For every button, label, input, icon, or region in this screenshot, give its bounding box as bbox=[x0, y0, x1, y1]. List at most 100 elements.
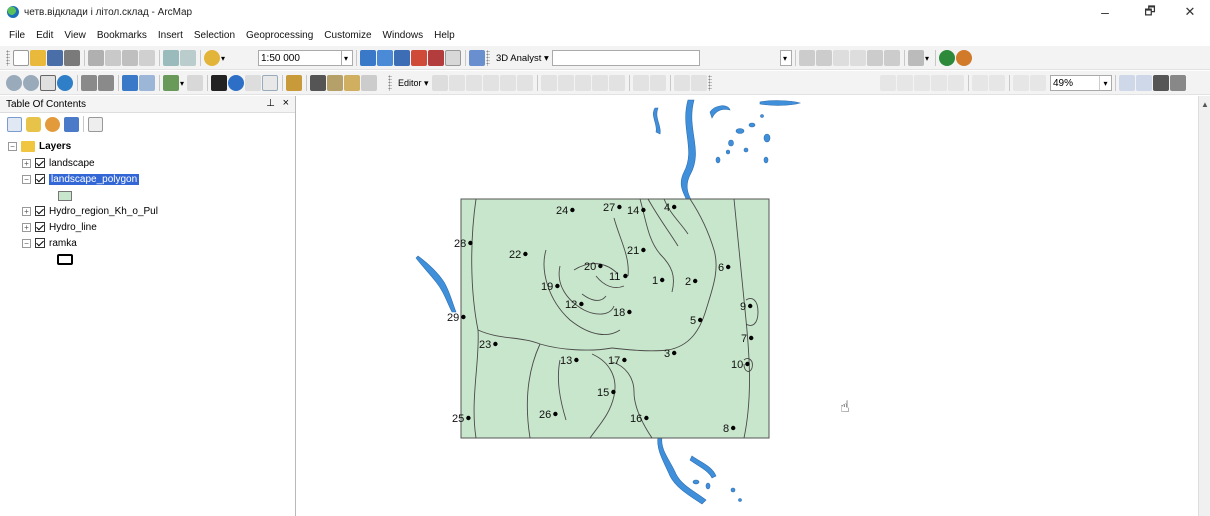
point-icon[interactable] bbox=[516, 75, 533, 91]
layers-group[interactable]: − Layers bbox=[8, 139, 71, 153]
collapse-icon[interactable]: − bbox=[8, 141, 17, 151]
point-marker-29[interactable] bbox=[461, 314, 466, 320]
point-marker-2[interactable] bbox=[693, 278, 698, 284]
minimize-button[interactable]: – bbox=[1085, 2, 1125, 22]
point-marker-1[interactable] bbox=[660, 277, 665, 283]
hyperlink-icon[interactable] bbox=[245, 75, 262, 91]
menu-customize[interactable]: Customize bbox=[324, 30, 371, 41]
menu-geoprocessing[interactable]: Geoprocessing bbox=[246, 30, 313, 41]
map-scale-dropdown[interactable]: ▾ bbox=[341, 50, 353, 66]
menu-bookmarks[interactable]: Bookmarks bbox=[97, 30, 147, 41]
arcglobe-icon[interactable] bbox=[939, 50, 956, 66]
catalog-window-icon[interactable] bbox=[394, 50, 410, 66]
straight-segment-icon[interactable] bbox=[465, 75, 482, 91]
3d-analyst-menu[interactable]: 3D Analyst ▾ bbox=[496, 53, 549, 64]
identify-icon[interactable] bbox=[228, 75, 245, 91]
point-marker-24[interactable] bbox=[570, 207, 575, 213]
layer-row-hydro-line[interactable]: + Hydro_line bbox=[22, 220, 97, 234]
map-vertical-scrollbar[interactable]: ▲ bbox=[1198, 96, 1210, 516]
point-marker-28[interactable] bbox=[468, 240, 473, 246]
layer-visibility-checkbox[interactable] bbox=[35, 174, 45, 184]
edit-window-icon[interactable] bbox=[690, 75, 707, 91]
editor-toolbar-icon[interactable] bbox=[360, 50, 376, 66]
list-by-drawing-order-icon[interactable] bbox=[7, 116, 22, 132]
toggle-draft-icon[interactable] bbox=[1119, 75, 1135, 91]
menu-windows[interactable]: Windows bbox=[383, 30, 424, 41]
expand-icon[interactable]: + bbox=[22, 158, 31, 168]
create-features-icon[interactable] bbox=[673, 75, 690, 91]
forward-arrow-icon[interactable] bbox=[139, 75, 155, 91]
layer-row-ramka[interactable]: − ramka bbox=[22, 236, 77, 250]
point-marker-21[interactable] bbox=[641, 247, 646, 253]
layout-zoom-select[interactable]: 49% ▾ bbox=[1050, 75, 1112, 91]
point-marker-26[interactable] bbox=[553, 411, 558, 417]
point-marker-11[interactable] bbox=[623, 273, 628, 279]
point-marker-6[interactable] bbox=[726, 264, 731, 270]
frame-symbol-swatch[interactable] bbox=[57, 253, 73, 265]
layer-visibility-checkbox[interactable] bbox=[35, 206, 45, 216]
help-about-icon[interactable] bbox=[956, 50, 973, 66]
attributes-icon[interactable] bbox=[632, 75, 649, 91]
point-marker-16[interactable] bbox=[644, 415, 649, 421]
point-marker-19[interactable] bbox=[555, 283, 560, 289]
zoom-100-icon[interactable] bbox=[948, 75, 964, 91]
contour-icon[interactable] bbox=[884, 50, 900, 66]
paste-icon[interactable] bbox=[122, 50, 138, 66]
3d-layer-dropdown[interactable]: ▾ bbox=[780, 50, 792, 66]
pan-hand-icon[interactable] bbox=[40, 75, 56, 91]
layer-name[interactable]: landscape_polygon bbox=[47, 172, 141, 186]
map-display[interactable]: 1 2 3 4 5 6 7 8 9 10 11 12 13 14 15 16 17 18 19 20 21 22 23 24 2… bbox=[297, 96, 1198, 516]
zoom-out-icon[interactable] bbox=[23, 75, 39, 91]
fixed-zoom-in-icon[interactable] bbox=[81, 75, 97, 91]
delete-icon[interactable] bbox=[139, 50, 155, 66]
split-icon[interactable] bbox=[591, 75, 608, 91]
layer-row-landscape[interactable]: + landscape bbox=[22, 156, 95, 170]
3d-analyst-layer-select[interactable] bbox=[551, 50, 700, 66]
layer-row-landscape-polygon[interactable]: − landscape_polygon bbox=[22, 172, 141, 186]
point-marker-14[interactable] bbox=[641, 207, 646, 213]
pin-icon[interactable]: ⊥ bbox=[266, 98, 275, 109]
point-marker-8[interactable] bbox=[731, 425, 736, 431]
fixed-zoom-out-layout-icon[interactable] bbox=[989, 75, 1005, 91]
point-marker-20[interactable] bbox=[598, 263, 603, 269]
layer-visibility-checkbox[interactable] bbox=[35, 222, 45, 232]
layout-pan-icon[interactable] bbox=[914, 75, 930, 91]
zoom-in-icon[interactable] bbox=[6, 75, 22, 91]
expand-icon[interactable]: + bbox=[22, 206, 31, 216]
model-builder-icon[interactable] bbox=[469, 50, 485, 66]
menu-selection[interactable]: Selection bbox=[194, 30, 235, 41]
select-elements-icon[interactable] bbox=[211, 75, 228, 91]
point-marker-25[interactable] bbox=[466, 415, 471, 421]
toolbar-grip[interactable] bbox=[6, 50, 10, 66]
list-by-visibility-icon[interactable] bbox=[45, 116, 60, 132]
go-back-extent-icon[interactable] bbox=[1013, 75, 1029, 91]
arcscene-icon[interactable] bbox=[908, 50, 924, 66]
cut-polygons-icon[interactable] bbox=[574, 75, 591, 91]
profile-graph-icon[interactable] bbox=[867, 50, 883, 66]
edit-tool-icon[interactable] bbox=[431, 75, 448, 91]
undo-icon[interactable] bbox=[163, 50, 179, 66]
menu-help[interactable]: Help bbox=[434, 30, 455, 41]
select-features-icon[interactable] bbox=[163, 75, 179, 91]
back-arrow-icon[interactable] bbox=[122, 75, 138, 91]
point-marker-3[interactable] bbox=[672, 350, 677, 356]
collapse-icon[interactable]: − bbox=[22, 174, 31, 184]
map-scale-select[interactable]: 1:50 000 bbox=[258, 50, 342, 66]
fixed-zoom-out-icon[interactable] bbox=[98, 75, 114, 91]
layout-zoom-in-icon[interactable] bbox=[880, 75, 896, 91]
full-extent-icon[interactable] bbox=[57, 75, 73, 91]
arctoolbox-icon[interactable] bbox=[428, 50, 444, 66]
measure-icon[interactable] bbox=[286, 75, 303, 91]
clear-selection-icon[interactable] bbox=[187, 75, 204, 91]
scroll-up-arrow-icon[interactable]: ▲ bbox=[1201, 100, 1209, 109]
options-icon[interactable] bbox=[88, 116, 103, 132]
editor-menu[interactable]: Editor ▾ bbox=[398, 78, 429, 89]
point-marker-4[interactable] bbox=[672, 204, 677, 210]
html-popup-icon[interactable] bbox=[262, 75, 279, 91]
layer-visibility-checkbox[interactable] bbox=[35, 238, 45, 248]
collapse-icon[interactable]: − bbox=[22, 238, 31, 248]
new-document-icon[interactable] bbox=[13, 50, 29, 66]
polygon-symbol-swatch[interactable] bbox=[58, 191, 72, 201]
print-icon[interactable] bbox=[64, 50, 80, 66]
add-data-icon[interactable] bbox=[204, 50, 220, 66]
